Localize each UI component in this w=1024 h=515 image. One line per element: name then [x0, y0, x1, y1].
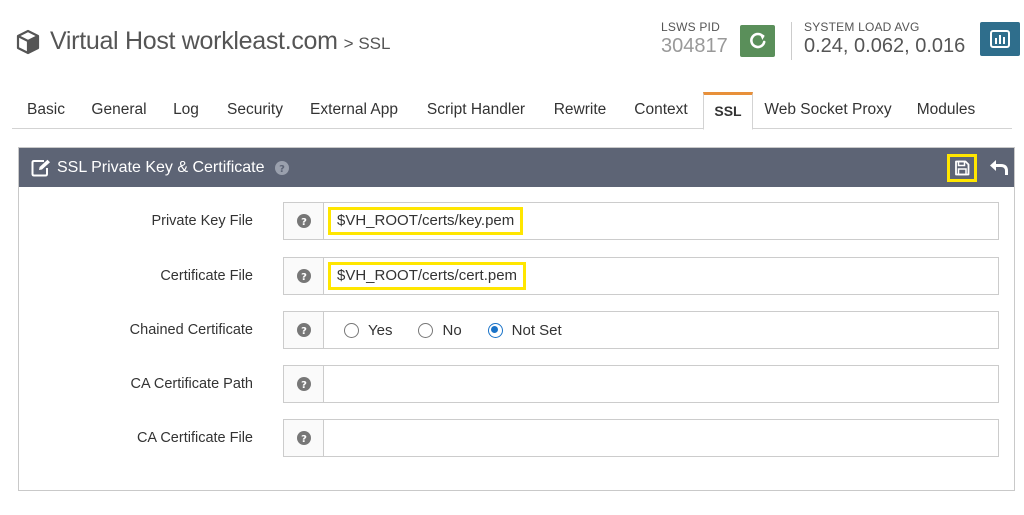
- radio-no[interactable]: No: [418, 321, 462, 339]
- svg-text:?: ?: [301, 217, 307, 228]
- radio-not-set[interactable]: Not Set: [487, 321, 562, 339]
- page-title-wrap: Virtual Host workleast.com > SSL: [16, 27, 390, 56]
- help-button[interactable]: ?: [283, 419, 323, 457]
- tab-general[interactable]: General: [80, 92, 158, 129]
- chained-certificate-value: Yes No Not Set: [323, 311, 999, 349]
- ssl-panel: SSL Private Key & Certificate ? Private …: [18, 147, 1015, 491]
- certificate-file-text: $VH_ROOT/certs/cert.pem: [328, 262, 527, 290]
- help-icon: ?: [296, 377, 311, 391]
- save-button[interactable]: [947, 154, 977, 182]
- radio-circle-checked[interactable]: [487, 322, 503, 338]
- svg-text:?: ?: [301, 272, 307, 283]
- row-label: CA Certificate File: [136, 430, 253, 446]
- tab-external-app[interactable]: External App: [296, 92, 412, 129]
- row-ca-certificate-path: CA Certificate Path ?: [19, 365, 1014, 403]
- undo-icon: [990, 160, 1008, 175]
- stats-button[interactable]: [980, 22, 1020, 56]
- panel-header: SSL Private Key & Certificate ?: [19, 148, 1014, 187]
- tab-log[interactable]: Log: [158, 92, 214, 129]
- save-icon: [955, 160, 970, 176]
- row-label: Certificate File: [160, 268, 253, 284]
- help-icon: ?: [296, 214, 311, 228]
- row-label: Private Key File: [151, 213, 253, 229]
- tab-ssl[interactable]: SSL: [703, 92, 753, 130]
- undo-button[interactable]: [987, 156, 1011, 178]
- pid-value: 304817: [661, 35, 728, 57]
- private-key-file-text: $VH_ROOT/certs/key.pem: [328, 207, 524, 235]
- svg-text:?: ?: [301, 326, 307, 337]
- row-label: CA Certificate Path: [130, 376, 254, 392]
- page-title: Virtual Host workleast.com: [50, 27, 338, 55]
- svg-text:?: ?: [301, 434, 307, 445]
- radio-label: No: [442, 321, 462, 339]
- bar-chart-icon: [990, 30, 1010, 48]
- edit-icon: [31, 159, 50, 176]
- breadcrumb: > SSL: [343, 34, 391, 53]
- panel-title: SSL Private Key & Certificate: [57, 158, 265, 176]
- tab-context[interactable]: Context: [620, 92, 702, 129]
- help-button[interactable]: ?: [283, 202, 323, 240]
- tab-modules[interactable]: Modules: [903, 92, 989, 129]
- refresh-icon: [749, 32, 765, 49]
- row-chained-certificate: Chained Certificate ? Yes No Not Set: [19, 311, 1014, 349]
- row-certificate-file: Certificate File ? $VH_ROOT/certs/cert.p…: [19, 257, 1014, 295]
- help-icon: ?: [296, 431, 311, 445]
- private-key-file-value[interactable]: $VH_ROOT/certs/key.pem: [323, 202, 999, 240]
- help-button[interactable]: ?: [283, 257, 323, 295]
- radio-circle[interactable]: [344, 322, 359, 338]
- tab-rewrite[interactable]: Rewrite: [540, 92, 620, 129]
- radio-circle[interactable]: [418, 322, 434, 338]
- panel-title-wrap: SSL Private Key & Certificate ?: [31, 148, 289, 187]
- help-button[interactable]: ?: [283, 365, 323, 403]
- pid-label: LSWS PID: [661, 20, 720, 34]
- svg-text:?: ?: [279, 163, 285, 174]
- help-icon: ?: [296, 269, 311, 283]
- header: Virtual Host workleast.com > SSL LSWS PI…: [0, 0, 1024, 90]
- row-private-key-file: Private Key File ? $VH_ROOT/certs/key.pe…: [19, 202, 1014, 240]
- load-label: SYSTEM LOAD AVG: [804, 20, 920, 34]
- row-ca-certificate-file: CA Certificate File ?: [19, 419, 1014, 457]
- load-block: SYSTEM LOAD AVG 0.24, 0.062, 0.016: [804, 20, 965, 58]
- certificate-file-value[interactable]: $VH_ROOT/certs/cert.pem: [323, 257, 999, 295]
- cube-icon: [16, 29, 40, 54]
- tab-web-socket-proxy[interactable]: Web Socket Proxy: [753, 92, 903, 129]
- help-button[interactable]: ?: [283, 311, 323, 349]
- radio-yes[interactable]: Yes: [344, 322, 392, 339]
- header-divider: [791, 22, 792, 60]
- pid-block: LSWS PID 304817: [661, 20, 728, 58]
- radio-label: Not Set: [511, 321, 562, 339]
- row-label: Chained Certificate: [129, 322, 253, 338]
- load-value: 0.24, 0.062, 0.016: [804, 35, 966, 57]
- tab-bar: Basic General Log Security External App …: [12, 92, 1012, 130]
- ca-certificate-file-value[interactable]: [323, 419, 999, 457]
- tab-security[interactable]: Security: [214, 92, 296, 129]
- chained-certificate-radio-group: Yes No Not Set: [344, 312, 588, 348]
- tab-script-handler[interactable]: Script Handler: [412, 92, 540, 129]
- svg-text:?: ?: [301, 380, 307, 391]
- tab-basic[interactable]: Basic: [12, 92, 80, 129]
- help-icon: ?: [296, 323, 311, 337]
- ca-certificate-path-value[interactable]: [323, 365, 999, 403]
- radio-label: Yes: [368, 321, 393, 339]
- help-icon[interactable]: ?: [274, 160, 289, 175]
- restart-button[interactable]: [740, 25, 775, 57]
